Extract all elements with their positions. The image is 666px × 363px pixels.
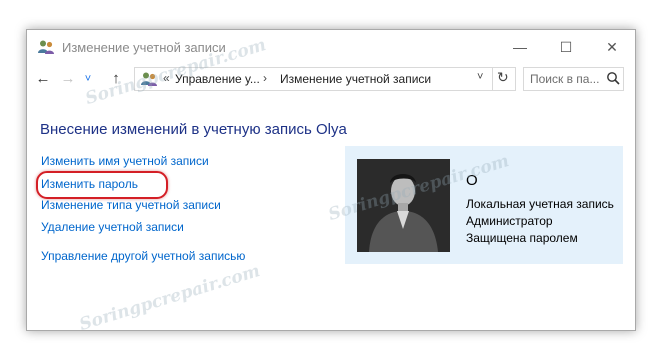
title-bar: Изменение учетной записи — ☐ ✕ — [27, 30, 635, 64]
window-title: Изменение учетной записи — [62, 40, 226, 55]
user-name: O — [466, 172, 478, 189]
password-status: Защищена паролем — [466, 231, 578, 245]
address-bar[interactable]: « Управление у... › Изменение учетной за… — [134, 67, 516, 91]
maximize-button[interactable]: ☐ — [543, 30, 589, 64]
account-type-local: Локальная учетная запись — [466, 197, 614, 211]
change-account-type-link[interactable]: Изменение типа учетной записи — [41, 198, 221, 212]
search-icon[interactable] — [606, 71, 620, 85]
minimize-button[interactable]: — — [497, 30, 543, 64]
avatar — [357, 159, 450, 252]
account-role: Администратор — [466, 214, 553, 228]
recent-locations-button[interactable]: ˅ — [81, 68, 95, 90]
up-button[interactable]: ↑ — [106, 68, 126, 90]
manage-another-account-link[interactable]: Управление другой учетной записью — [41, 249, 245, 263]
page-title: Внесение изменений в учетную запись Olya — [40, 121, 347, 138]
users-icon — [141, 72, 157, 86]
back-button[interactable]: ← — [33, 68, 53, 90]
user-info-panel: O Локальная учетная запись Администратор… — [345, 146, 623, 264]
close-button[interactable]: ✕ — [589, 30, 635, 64]
change-password-link[interactable]: Изменить пароль — [41, 177, 138, 191]
breadcrumb-item[interactable]: Управление у... — [175, 72, 260, 86]
breadcrumb-separator[interactable]: › — [263, 71, 267, 85]
delete-account-link[interactable]: Удаление учетной записи — [41, 220, 184, 234]
refresh-icon[interactable]: ↻ — [497, 69, 509, 86]
account-window: Изменение учетной записи — ☐ ✕ ← → ˅ ↑ «… — [26, 29, 636, 331]
divider — [492, 68, 493, 90]
main-content: Внесение изменений в учетную запись Olya… — [27, 94, 635, 330]
forward-button[interactable]: → — [58, 68, 78, 90]
navigation-bar: ← → ˅ ↑ « Управление у... › Изменение уч… — [27, 64, 635, 94]
rename-account-link[interactable]: Изменить имя учетной записи — [41, 154, 209, 168]
search-placeholder: Поиск в па... — [530, 72, 600, 86]
users-icon — [38, 40, 54, 54]
address-dropdown-button[interactable]: ˅ — [477, 71, 483, 83]
overflow-chevron-icon[interactable]: « — [163, 71, 170, 85]
breadcrumb-item[interactable]: Изменение учетной записи — [280, 72, 431, 86]
search-input[interactable]: Поиск в па... — [523, 67, 624, 91]
